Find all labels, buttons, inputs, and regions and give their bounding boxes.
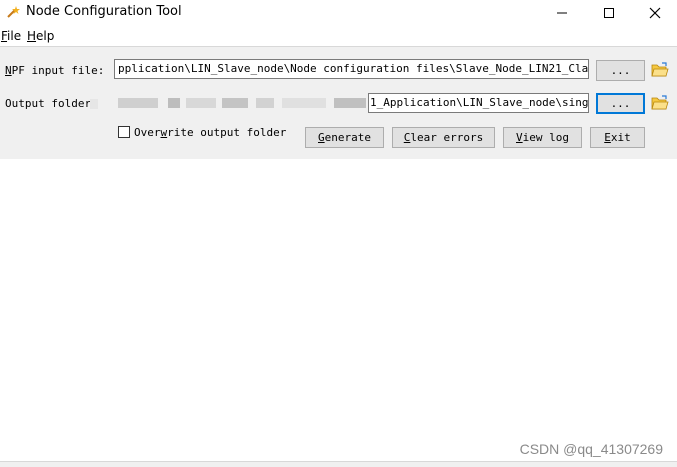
output-folder-value: 1_Application\LIN_Slave_node\single xyxy=(370,96,589,109)
overwrite-label-pre: Over xyxy=(134,126,161,139)
view-log-accel: V xyxy=(516,131,523,144)
close-icon xyxy=(649,7,661,19)
minimize-icon xyxy=(557,12,567,14)
npf-browse-button[interactable]: ... xyxy=(596,60,645,81)
npf-input-field[interactable]: pplication\LIN_Slave_node\Node configura… xyxy=(114,59,589,79)
overwrite-checkbox[interactable] xyxy=(118,126,130,138)
menu-help-label: elp xyxy=(36,29,55,43)
maximize-button[interactable] xyxy=(586,0,632,26)
npf-input-label: NPF input file: xyxy=(5,64,104,77)
minimize-button[interactable] xyxy=(539,0,585,26)
npf-label-accel: N xyxy=(5,64,12,77)
output-browse-button[interactable]: ... xyxy=(596,93,645,114)
generate-accel: G xyxy=(318,131,325,144)
clear-errors-label: lear errors xyxy=(410,131,484,144)
menu-file[interactable]: File xyxy=(1,29,21,43)
title-bar: Node Configuration Tool xyxy=(0,0,677,26)
exit-accel: E xyxy=(604,131,611,144)
output-folder-label: Output folder: xyxy=(5,97,98,110)
window-title: Node Configuration Tool xyxy=(26,4,182,19)
bottom-border xyxy=(0,461,677,467)
clear-errors-button[interactable]: Clear errors xyxy=(392,127,495,148)
maximize-icon xyxy=(604,8,614,18)
output-browse-label: ... xyxy=(610,97,631,110)
view-log-label: iew log xyxy=(522,131,569,144)
overwrite-label-post: rite output folder xyxy=(167,126,287,139)
clear-errors-accel: C xyxy=(403,131,411,144)
open-folder-icon[interactable] xyxy=(651,95,669,111)
output-folder-field[interactable]: 1_Application\LIN_Slave_node\single xyxy=(368,93,589,113)
npf-label-rest: PF input file: xyxy=(11,64,105,77)
menu-file-label: ile xyxy=(7,29,22,43)
menu-help-accel: H xyxy=(27,29,37,43)
menu-bar: File Help xyxy=(0,27,677,46)
menu-help[interactable]: Help xyxy=(27,29,54,43)
log-output-area[interactable] xyxy=(0,159,677,462)
npf-browse-label: ... xyxy=(610,64,631,77)
close-button[interactable] xyxy=(632,0,677,26)
control-panel: NPF input file: pplication\LIN_Slave_nod… xyxy=(0,46,677,160)
open-folder-icon[interactable] xyxy=(651,62,669,78)
exit-label: xit xyxy=(610,131,631,144)
watermark-text: CSDN @qq_41307269 xyxy=(519,441,663,457)
view-log-button[interactable]: View log xyxy=(503,127,582,148)
generate-label: enerate xyxy=(324,131,371,144)
npf-input-value: pplication\LIN_Slave_node\Node configura… xyxy=(118,62,589,75)
exit-button[interactable]: Exit xyxy=(590,127,645,148)
overwrite-label[interactable]: Overwrite output folder xyxy=(134,126,286,139)
generate-button[interactable]: Generate xyxy=(305,127,384,148)
app-wand-icon xyxy=(7,6,20,18)
